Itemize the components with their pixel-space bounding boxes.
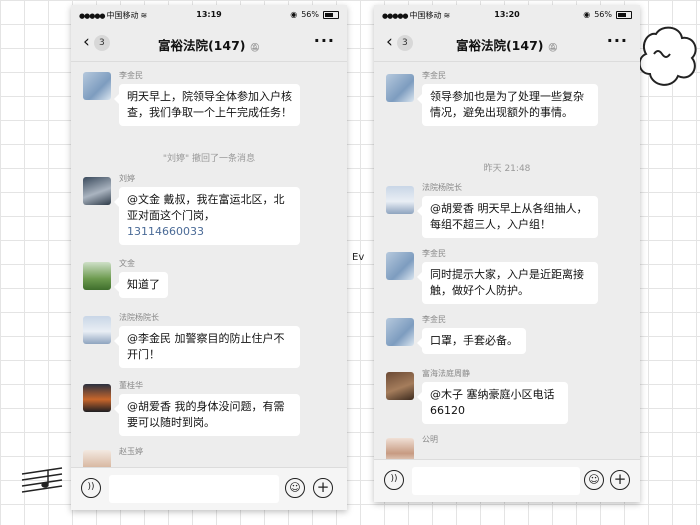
- chat-header: ‹ 3 富裕法院(147) 🔕︎ ···: [71, 25, 347, 62]
- chat-title-text: 富裕法院(147): [455, 38, 544, 53]
- cloud-doodle: [638, 26, 697, 86]
- sender-name: 李金民: [119, 71, 143, 80]
- message-bubble[interactable]: @木子 塞纳豪庭小区电话66120: [417, 382, 568, 424]
- message-bubble[interactable]: 口罩，手套必备。: [417, 328, 526, 354]
- input-toolbar: )) ☺ +: [71, 467, 347, 510]
- add-more-icon[interactable]: +: [610, 470, 630, 490]
- sender-name: 李金民: [422, 249, 446, 258]
- sender-name: 文金: [119, 259, 135, 268]
- chat-title-text: 富裕法院(147): [157, 38, 246, 53]
- mute-bell-icon: 🔕︎: [249, 43, 261, 52]
- music-notes-doodle: [21, 467, 63, 493]
- message-list[interactable]: 李金民 明天早上，院领导全体参加入户核查，我们争取一个上午完成任务！ "刘婷" …: [71, 62, 347, 468]
- message-input[interactable]: [109, 475, 279, 503]
- avatar[interactable]: [83, 450, 111, 468]
- mute-bell-icon: 🔕︎: [547, 43, 559, 52]
- avatar[interactable]: [386, 372, 414, 400]
- avatar[interactable]: [386, 74, 414, 102]
- chat-title: 富裕法院(147) 🔕︎: [71, 35, 347, 54]
- message-bubble[interactable]: @文金 戴叔，我在富运北区，北亚对面这个门岗， 13114660033: [114, 187, 300, 245]
- sender-name: 法院杨院长: [422, 183, 462, 192]
- message-bubble[interactable]: @胡爱香 我的身体没问题，有需要可以随时到岗。: [114, 394, 300, 436]
- battery-icon: [616, 10, 632, 19]
- timestamp-divider: 昨天 21:48: [483, 164, 531, 174]
- right-chat-screen: ●●●●● 中国移动 ≋ 13:20 ◉ 56% ‹ 3 富裕法院(147) 🔕…: [374, 5, 640, 502]
- avatar[interactable]: [83, 316, 111, 344]
- phone-number-link[interactable]: 13114660033: [127, 225, 204, 238]
- more-options-icon[interactable]: ···: [607, 31, 628, 50]
- message-bubble[interactable]: @李金民 加警察目的防止住户不开门！: [114, 326, 300, 368]
- sender-name: 公明: [422, 435, 438, 444]
- avatar[interactable]: [386, 186, 414, 214]
- status-bar: ●●●●● 中国移动 ≋ 13:19 ◉ 56%: [71, 5, 347, 25]
- system-notice: "刘婷" 撤回了一条消息: [162, 154, 256, 164]
- sender-name: 刘婷: [119, 174, 135, 183]
- lock-rotation-icon: ◉: [583, 10, 591, 19]
- sender-name: 法院杨院长: [119, 313, 159, 322]
- voice-input-icon[interactable]: )): [384, 470, 404, 490]
- emoji-icon[interactable]: ☺: [584, 470, 604, 490]
- message-input[interactable]: [412, 467, 580, 495]
- input-toolbar: )) ☺ +: [374, 459, 640, 502]
- add-more-icon[interactable]: +: [313, 478, 333, 498]
- message-list[interactable]: 李金民 领导参加也是为了处理一些复杂情况，避免出现额外的事情。 昨天 21:48…: [374, 62, 640, 460]
- sender-name: 李金民: [422, 71, 446, 80]
- message-bubble[interactable]: 知道了: [114, 272, 168, 298]
- chat-header: ‹ 3 富裕法院(147) 🔕︎ ···: [374, 25, 640, 62]
- avatar[interactable]: [83, 262, 111, 290]
- sender-name: 富海法庭周静: [422, 369, 470, 378]
- avatar[interactable]: [386, 252, 414, 280]
- avatar[interactable]: [386, 438, 414, 460]
- avatar[interactable]: [83, 177, 111, 205]
- avatar[interactable]: [83, 384, 111, 412]
- message-bubble[interactable]: @胡爱香 明天早上从各组抽人，每组不超三人，入户组！: [417, 196, 598, 238]
- battery-percent: 56%: [301, 10, 319, 19]
- sender-name: 赵玉婷: [119, 447, 143, 456]
- middle-doodle-text: Ev: [352, 252, 365, 263]
- emoji-icon[interactable]: ☺: [285, 478, 305, 498]
- message-text: @文金 戴叔，我在富运北区，北亚对面这个门岗，: [127, 193, 285, 222]
- lock-rotation-icon: ◉: [290, 10, 298, 19]
- message-bubble[interactable]: 明天早上，院领导全体参加入户核查，我们争取一个上午完成任务！: [114, 84, 300, 126]
- chat-title: 富裕法院(147) 🔕︎: [374, 35, 640, 54]
- avatar[interactable]: [386, 318, 414, 346]
- battery-percent: 56%: [594, 10, 612, 19]
- left-chat-screen: ●●●●● 中国移动 ≋ 13:19 ◉ 56% ‹ 3 富裕法院(147) 🔕…: [71, 5, 347, 510]
- more-options-icon[interactable]: ···: [314, 31, 335, 50]
- message-bubble[interactable]: 领导参加也是为了处理一些复杂情况，避免出现额外的事情。: [417, 84, 598, 126]
- status-bar: ●●●●● 中国移动 ≋ 13:20 ◉ 56%: [374, 5, 640, 25]
- sender-name: 李金民: [422, 315, 446, 324]
- avatar[interactable]: [83, 72, 111, 100]
- message-bubble[interactable]: 同时提示大家，入户是近距离接触，做好个人防护。: [417, 262, 598, 304]
- sender-name: 董桂华: [119, 381, 143, 390]
- battery-icon: [323, 10, 339, 19]
- voice-input-icon[interactable]: )): [81, 478, 101, 498]
